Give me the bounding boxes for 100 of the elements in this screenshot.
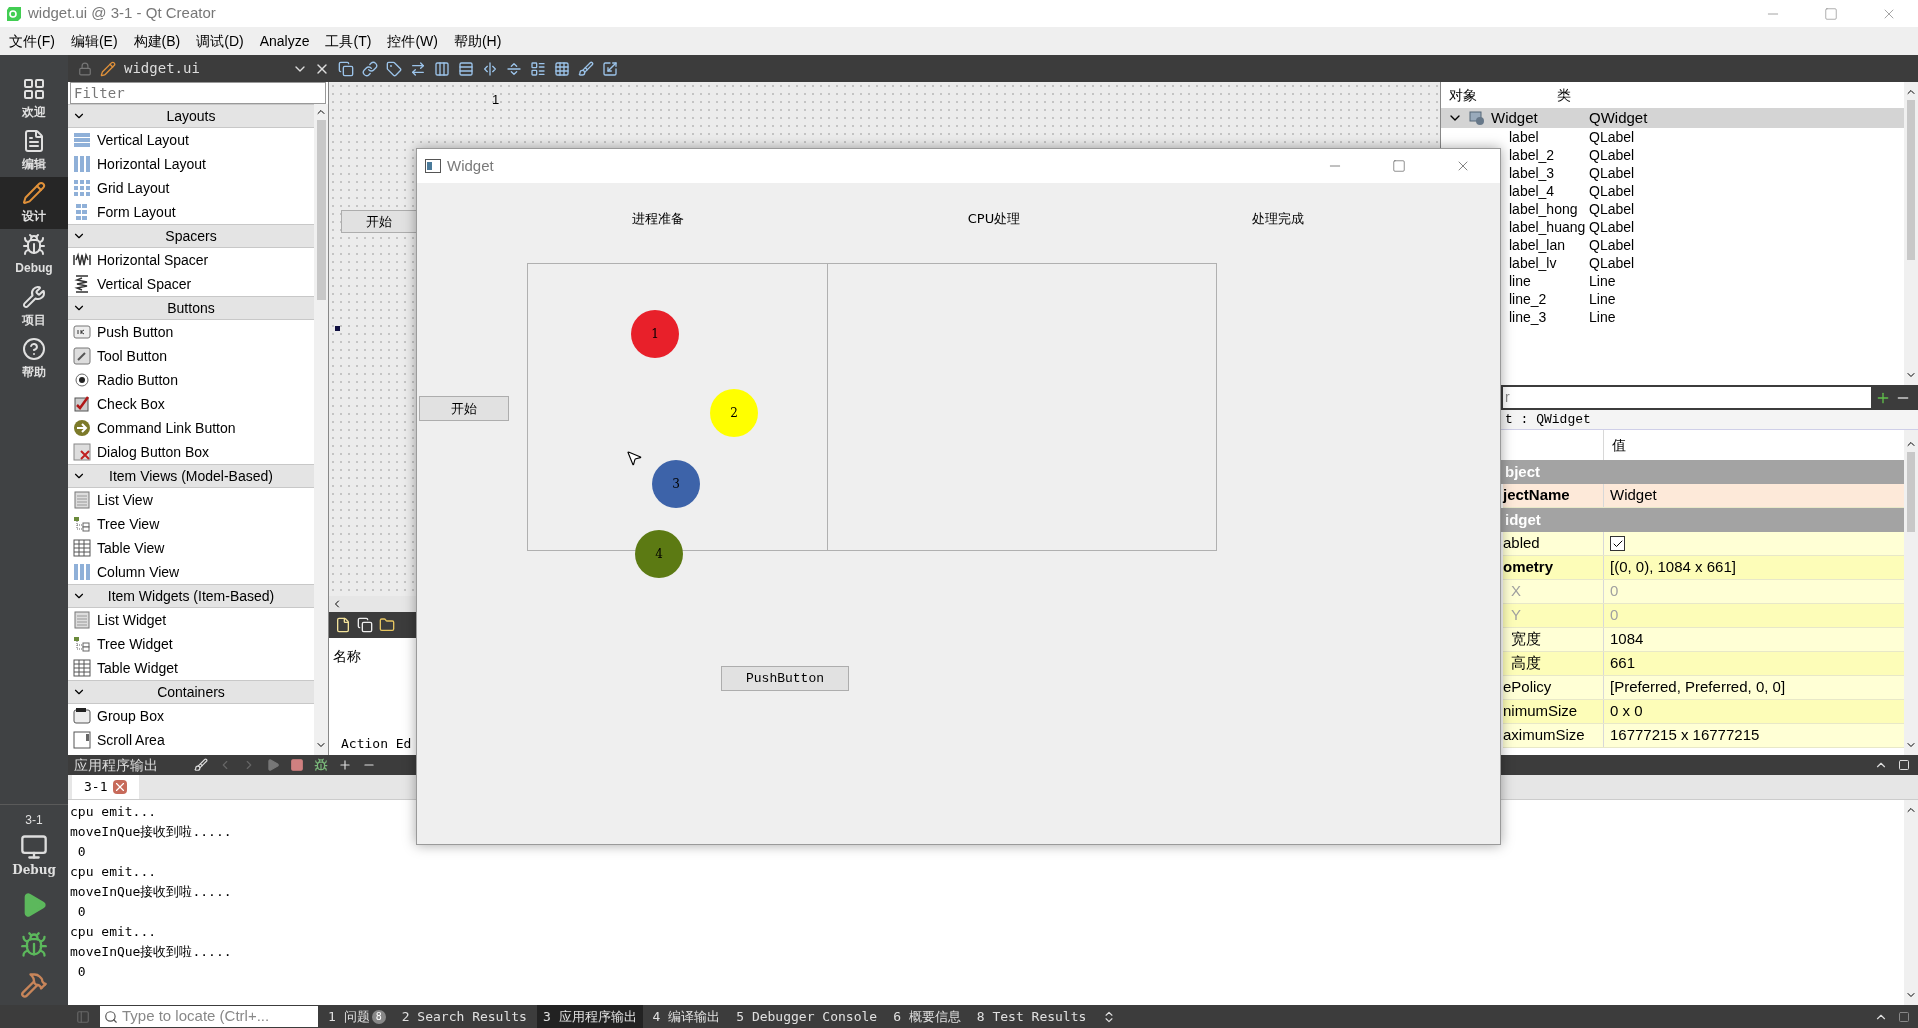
close-pane-icon[interactable] bbox=[1898, 759, 1910, 771]
start-button[interactable]: 开始 bbox=[419, 396, 509, 421]
property-row[interactable]: ePolicy [Preferred, Preferred, 0, 0] bbox=[1503, 676, 1904, 700]
mode-tab[interactable]: 设计 bbox=[0, 177, 68, 229]
category-header[interactable]: Containers bbox=[68, 680, 314, 704]
widget-item[interactable]: Scroll Area bbox=[68, 728, 314, 752]
widget-item[interactable]: Command Link Button bbox=[68, 416, 314, 440]
widget-item[interactable]: Form Layout bbox=[68, 200, 314, 224]
open-file-name[interactable]: widget.ui bbox=[124, 58, 274, 79]
object-name[interactable]: label_hong bbox=[1509, 200, 1578, 217]
resize-icon[interactable] bbox=[602, 60, 618, 77]
columns-icon[interactable] bbox=[434, 60, 450, 77]
debug-run-icon[interactable] bbox=[20, 931, 48, 959]
kit-selector[interactable]: Debug bbox=[12, 833, 56, 879]
object-name[interactable]: label bbox=[1509, 128, 1539, 145]
lock-icon[interactable] bbox=[78, 61, 92, 76]
menu-item[interactable]: 构建(B) bbox=[128, 30, 186, 52]
object-name[interactable]: label_huang bbox=[1509, 218, 1586, 235]
widget-item[interactable]: Horizontal Spacer bbox=[68, 248, 314, 272]
object-name[interactable]: label_2 bbox=[1509, 146, 1555, 163]
stop-icon[interactable] bbox=[290, 758, 304, 772]
category-header[interactable]: Spacers bbox=[68, 224, 314, 248]
mode-tab[interactable]: 项目 bbox=[0, 281, 68, 333]
tag-icon[interactable] bbox=[386, 60, 402, 77]
widget-item[interactable]: Horizontal Layout bbox=[68, 152, 314, 176]
widget-item[interactable]: Group Box bbox=[68, 704, 314, 728]
attach-debugger-icon[interactable] bbox=[314, 758, 328, 772]
widget-item[interactable]: Tree Widget bbox=[68, 632, 314, 656]
menu-item[interactable]: 文件(F) bbox=[4, 30, 60, 52]
object-name[interactable]: line_2 bbox=[1509, 290, 1547, 307]
rerun-icon[interactable] bbox=[266, 758, 280, 772]
maximize-icon[interactable] bbox=[1392, 159, 1406, 173]
category-header[interactable]: Buttons bbox=[68, 296, 314, 320]
widget-item[interactable]: Tool Button bbox=[68, 344, 314, 368]
scrollbar[interactable] bbox=[1904, 82, 1918, 385]
output-pane-button[interactable]: 2 Search Results bbox=[395, 1005, 533, 1028]
widget-item[interactable]: List Widget bbox=[68, 608, 314, 632]
grid-icon[interactable] bbox=[554, 60, 570, 77]
editor-tab[interactable]: Action Ed bbox=[341, 733, 412, 753]
scroll-thumb[interactable] bbox=[316, 120, 326, 300]
widget-item[interactable]: Dialog Button Box bbox=[68, 440, 314, 464]
object-name[interactable]: label_lv bbox=[1509, 254, 1557, 271]
menu-item[interactable]: 帮助(H) bbox=[448, 30, 507, 52]
output-pane-button[interactable]: 5 Debugger Console bbox=[730, 1005, 884, 1028]
form-icon[interactable] bbox=[530, 60, 546, 77]
widget-item[interactable]: Table View bbox=[68, 536, 314, 560]
arrows-icon[interactable] bbox=[410, 60, 426, 77]
object-name[interactable]: label_lan bbox=[1509, 236, 1566, 253]
selection-handle[interactable] bbox=[335, 326, 340, 331]
close-tab-icon[interactable] bbox=[113, 780, 128, 794]
square-icon[interactable] bbox=[1898, 1010, 1910, 1023]
sidebar-toggle-icon[interactable] bbox=[76, 1009, 90, 1024]
split-vertical-icon[interactable] bbox=[482, 60, 498, 77]
split-horizontal-icon[interactable] bbox=[506, 60, 522, 77]
widget-item[interactable]: Push Button bbox=[68, 320, 314, 344]
widget-item[interactable]: Vertical Spacer bbox=[68, 272, 314, 296]
property-row[interactable]: jectName Widget bbox=[1503, 484, 1904, 508]
zoom-in-icon[interactable] bbox=[338, 758, 352, 772]
property-row[interactable]: 宽度 1084 bbox=[1503, 628, 1904, 652]
menu-item[interactable]: 控件(W) bbox=[382, 30, 443, 52]
property-row[interactable]: aximumSize 16777215 x 16777215 bbox=[1503, 724, 1904, 748]
category-header[interactable]: Layouts bbox=[68, 104, 314, 128]
property-row[interactable]: nimumSize 0 x 0 bbox=[1503, 700, 1904, 724]
output-tab[interactable]: 3-1 bbox=[72, 775, 140, 799]
widget-item[interactable]: Grid Layout bbox=[68, 176, 314, 200]
object-name[interactable]: line bbox=[1509, 272, 1531, 289]
scroll-thumb[interactable] bbox=[1907, 452, 1915, 532]
category-header[interactable]: Item Views (Model-Based) bbox=[68, 464, 314, 488]
copy-icon[interactable] bbox=[338, 60, 354, 77]
output-pane-button[interactable]: 1 问题 8 bbox=[322, 1005, 392, 1028]
property-row[interactable]: abled bbox=[1503, 532, 1904, 556]
scrollbar[interactable] bbox=[1904, 800, 1918, 1005]
object-name[interactable]: label_3 bbox=[1509, 164, 1555, 181]
mode-tab[interactable]: 编辑 bbox=[0, 125, 68, 177]
menu-item[interactable]: 工具(T) bbox=[320, 30, 377, 52]
scrollbar[interactable] bbox=[1904, 430, 1918, 755]
object-name[interactable]: line_3 bbox=[1509, 308, 1547, 325]
mode-tab[interactable]: 帮助 bbox=[0, 333, 68, 385]
output-pane-button[interactable]: 8 Test Results bbox=[970, 1005, 1093, 1028]
menu-item[interactable]: 编辑(E) bbox=[65, 30, 123, 52]
menu-item[interactable]: 调试(D) bbox=[191, 30, 249, 52]
rows-icon[interactable] bbox=[458, 60, 474, 77]
hammer-icon[interactable] bbox=[20, 971, 48, 999]
widget-item[interactable]: Radio Button bbox=[68, 368, 314, 392]
mode-tab[interactable]: 欢迎 bbox=[0, 73, 68, 125]
file-icon[interactable] bbox=[335, 617, 351, 633]
output-pane-button[interactable]: 6 概要信息 bbox=[887, 1005, 967, 1028]
clear-icon[interactable] bbox=[194, 758, 208, 772]
scrollbar[interactable] bbox=[314, 104, 328, 755]
push-button[interactable]: PushButton bbox=[721, 666, 849, 691]
filter-field[interactable]: Filter bbox=[70, 82, 326, 104]
object-name[interactable]: label_4 bbox=[1509, 182, 1555, 199]
copy-icon[interactable] bbox=[357, 617, 373, 633]
category-header[interactable]: Item Widgets (Item-Based) bbox=[68, 584, 314, 608]
mode-tab[interactable]: Debug bbox=[0, 229, 68, 281]
widget-item[interactable]: Tree View bbox=[68, 512, 314, 536]
widget-item[interactable]: Vertical Layout bbox=[68, 128, 314, 152]
widget-item[interactable]: Table Widget bbox=[68, 656, 314, 680]
link-icon[interactable] bbox=[362, 60, 378, 77]
start-button[interactable]: 开始 bbox=[341, 210, 417, 233]
